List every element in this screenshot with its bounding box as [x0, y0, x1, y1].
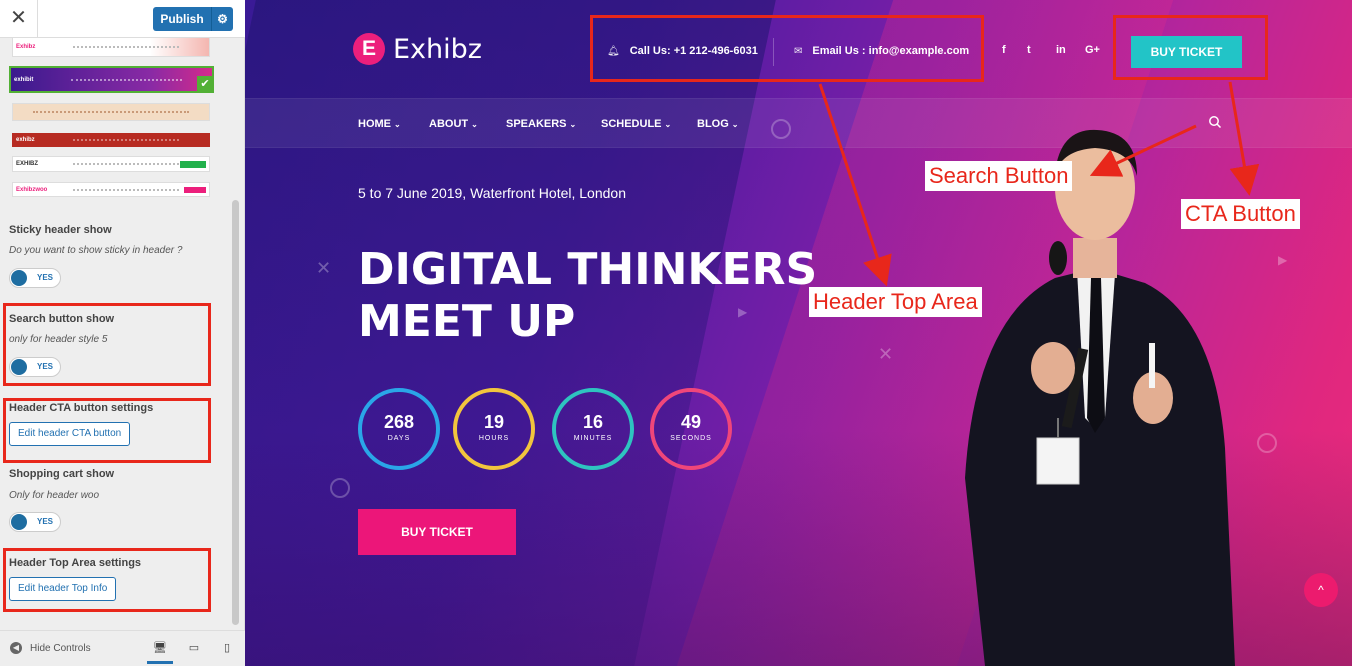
decor-circle — [330, 478, 350, 498]
nav-schedule-label: SCHEDULE — [601, 118, 662, 130]
countdown-seconds-unit: SECONDS — [670, 435, 712, 442]
hero-title: DIGITAL THINKERS MEET UP — [358, 244, 817, 348]
hero-title-line-1: DIGITAL THINKERS — [358, 244, 818, 295]
header-style-3[interactable] — [12, 103, 210, 121]
header-style-6-cta — [184, 187, 206, 193]
countdown-days-value: 268 — [383, 412, 415, 432]
sticky-header-toggle[interactable]: YES — [9, 268, 61, 288]
header-style-1-logo: Exhibz — [16, 44, 36, 50]
header-style-1[interactable]: Exhibz — [12, 37, 210, 57]
shopping-cart-desc: Only for header woo — [9, 490, 100, 501]
site-logo[interactable]: E Exhibz — [353, 33, 482, 65]
header-style-2-nav — [71, 78, 182, 81]
linkedin-icon[interactable]: in — [1056, 44, 1066, 56]
customizer-screen: ✕ Publish ⚙ Exhibz exhibit ✔ exhibz EXHI… — [0, 0, 1352, 666]
chevron-down-icon: ⌄ — [471, 120, 478, 129]
google-plus-icon[interactable]: G+ — [1085, 44, 1100, 56]
customizer-footer: ◀ Hide Controls 🖥 ▭ ▯ — [0, 630, 245, 666]
annotation-box-header-top-area — [590, 15, 984, 82]
shopping-cart-toggle[interactable]: YES — [9, 512, 61, 532]
annotation-box-top-area-setting — [3, 548, 211, 612]
decor-triangle: ▶ — [1278, 253, 1288, 267]
header-style-6-logo: Exhibzwoo — [16, 186, 48, 193]
customizer-topbar: ✕ Publish ⚙ — [0, 0, 245, 38]
nav-home[interactable]: HOME ⌄ — [358, 118, 401, 130]
toggle-label: YES — [37, 273, 54, 282]
shopping-cart-title: Shopping cart show — [9, 468, 115, 480]
header-style-2[interactable]: exhibit ✔ — [9, 66, 214, 93]
header-style-1-nav — [73, 46, 179, 48]
toggle-knob — [11, 270, 27, 286]
toggle-knob — [11, 514, 27, 530]
header-style-5[interactable]: EXHIBZ — [12, 156, 210, 172]
decor-circle — [1257, 433, 1277, 453]
nav-blog[interactable]: BLOG ⌄ — [697, 118, 738, 130]
chevron-down-icon: ⌄ — [569, 120, 577, 129]
annotation-box-cta-button — [1113, 15, 1268, 80]
twitter-icon[interactable]: t — [1027, 44, 1031, 56]
publish-label: Publish — [160, 12, 204, 26]
annotation-label-header-top-area: Header Top Area — [809, 287, 982, 317]
header-style-4-nav — [73, 139, 179, 141]
annotation-label-search-button: Search Button — [925, 161, 1073, 191]
countdown-minutes: 16 MINUTES — [552, 388, 634, 470]
countdown-seconds-value: 49 — [680, 412, 702, 432]
sticky-header-desc: Do you want to show sticky in header ? — [9, 245, 183, 256]
hide-controls-label: Hide Controls — [30, 642, 91, 654]
header-style-4[interactable]: exhibz — [12, 133, 210, 147]
header-style-2-logo: exhibit — [14, 76, 34, 83]
countdown-minutes-value: 16 — [582, 412, 604, 432]
annotation-label-cta-button: CTA Button — [1181, 199, 1300, 229]
countdown-hours-unit: HOURS — [478, 435, 510, 442]
decor-cross: ✕ — [878, 344, 894, 364]
chevron-down-icon: ⌄ — [664, 120, 672, 129]
decor-cross: ✕ — [316, 258, 332, 278]
event-date-location: 5 to 7 June 2019, Waterfront Hotel, Lond… — [358, 185, 626, 201]
hero-buy-ticket-button[interactable]: BUY TICKET — [358, 509, 516, 555]
sidebar-scrollbar[interactable] — [232, 200, 239, 625]
header-style-4-logo: exhibz — [16, 137, 35, 143]
annotation-box-cta-setting — [3, 398, 211, 463]
nav-speakers[interactable]: SPEAKERS ⌄ — [506, 118, 576, 130]
toggle-label: YES — [37, 517, 54, 526]
countdown-days-unit: DAYS — [387, 435, 411, 442]
chevron-down-icon: ⌄ — [731, 120, 739, 129]
gear-icon[interactable]: ⚙ — [211, 7, 233, 31]
publish-button[interactable]: Publish ⚙ — [153, 7, 233, 31]
chevron-down-icon: ⌄ — [394, 120, 401, 129]
header-style-5-cta — [180, 161, 206, 168]
header-style-5-nav — [73, 163, 179, 165]
nav-schedule[interactable]: SCHEDULE ⌄ — [601, 118, 671, 130]
desktop-preview-icon[interactable]: 🖥 — [147, 641, 173, 664]
facebook-icon[interactable]: f — [1002, 44, 1006, 56]
header-style-5-logo: EXHIBZ — [16, 161, 39, 167]
hero-title-line-2: MEET UP — [358, 296, 576, 347]
site-preview: ✕ ✕ ▶ ▶ E Exhibz 🔔︎ Call Us: +1 212-496-… — [245, 0, 1352, 666]
sticky-header-title: Sticky header show — [9, 224, 112, 236]
checkmark-icon: ✔ — [197, 76, 212, 91]
customizer-sidebar: ✕ Publish ⚙ Exhibz exhibit ✔ exhibz EXHI… — [0, 0, 245, 666]
arrow-left-icon: ◀ — [10, 642, 22, 654]
logo-mark-icon: E — [353, 33, 385, 65]
close-icon[interactable]: ✕ — [0, 0, 38, 38]
countdown-hours: 19 HOURS — [453, 388, 535, 470]
nav-about[interactable]: ABOUT ⌄ — [429, 118, 478, 130]
nav-about-label: ABOUT — [429, 118, 469, 130]
countdown-seconds: 49 SECONDS — [650, 388, 732, 470]
tablet-preview-icon[interactable]: ▭ — [187, 641, 201, 655]
annotation-box-search-setting — [3, 303, 211, 386]
hide-controls-button[interactable]: ◀ Hide Controls — [10, 642, 91, 654]
header-style-3-nav — [33, 111, 189, 113]
header-style-6[interactable]: Exhibzwoo — [12, 182, 210, 197]
logo-text: Exhibz — [393, 33, 482, 65]
countdown-days: 268 DAYS — [358, 388, 440, 470]
scroll-to-top-button[interactable]: ^ — [1304, 573, 1338, 607]
countdown-minutes-unit: MINUTES — [573, 435, 613, 442]
nav-home-label: HOME — [358, 118, 391, 130]
nav-blog-label: BLOG — [697, 118, 729, 130]
nav-speakers-label: SPEAKERS — [506, 118, 567, 130]
header-style-6-nav — [73, 188, 179, 191]
countdown-hours-value: 19 — [483, 412, 505, 432]
mobile-preview-icon[interactable]: ▯ — [220, 641, 234, 655]
